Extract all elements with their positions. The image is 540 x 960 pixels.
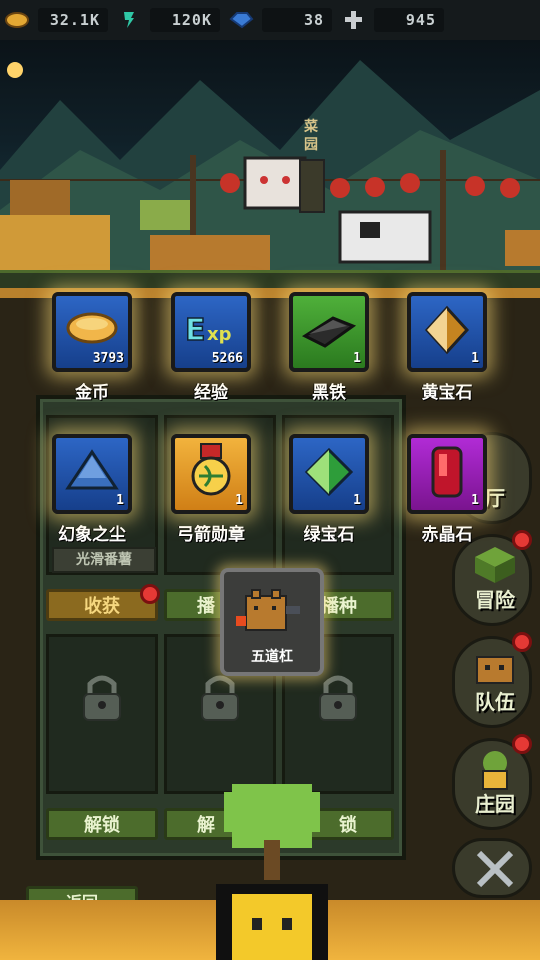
unlock-label-1: 解锁 [84,815,120,836]
unlock-label-3: 锁 [339,815,357,836]
unlock-label-2: 解 [197,815,215,836]
reward-slot: 1 [289,434,369,514]
svg-text:E: E [185,313,206,348]
team-notify-dot [512,632,532,652]
reward-red-crystal[interactable]: 1 赤晶石 [404,434,490,545]
exp-resource[interactable]: 120K [112,0,224,40]
crossed-swords-icon [476,850,514,888]
item-popup[interactable]: 五道杠 [220,568,324,676]
lock-icon [83,675,121,721]
reward-slot: 1 [407,434,487,514]
side-menu-manor-label: 庄园 [475,792,515,816]
unlock-button-1[interactable]: 解锁 [46,808,158,840]
reward-slot: 3793 [52,292,132,372]
plant-label-2: 播 [197,596,215,617]
gold-coin-icon [4,10,30,30]
adventure-icon [475,547,515,583]
reward-count: 1 [353,493,361,508]
plant-label-3: 播种 [321,596,357,617]
side-menu-adventure-label: 冒险 [475,588,515,612]
gold-value: 32.1K [38,8,108,32]
exp-value: 120K [150,8,220,32]
reward-label: 黑铁 [312,383,346,403]
reward-count: 1 [353,351,361,366]
manor-icon [482,751,508,790]
reward-count: 1 [235,493,243,508]
plot-crop-name: 光滑番薯 [52,547,156,573]
five-bar-badge-icon [236,589,300,631]
garden-sign: 菜园 [304,119,318,153]
reward-gold[interactable]: 3793 金币 [49,292,135,403]
cross-value: 945 [374,8,444,32]
reward-label: 幻象之尘 [58,525,126,545]
team-icon [476,656,514,684]
cross-icon [340,10,366,30]
svg-text:xp: xp [207,324,232,345]
lock-icon [201,675,239,721]
reward-slot: E xp 5266 [171,292,251,372]
reward-count: 1 [471,493,479,508]
reward-label: 经验 [194,383,228,403]
cross-resource[interactable]: 945 [336,0,448,40]
reward-black-iron[interactable]: 1 黑铁 [286,292,372,403]
harvest-notify-dot [140,584,160,604]
gem-icon [228,10,254,30]
side-menu-team-label: 队伍 [475,690,515,714]
reward-topaz[interactable]: 1 黄宝石 [404,292,490,403]
reward-slot: 1 [171,434,251,514]
reward-emerald[interactable]: 1 绿宝石 [286,434,372,545]
reward-label: 赤晶石 [421,525,473,545]
reward-count: 3793 [92,351,124,366]
reward-count: 5266 [211,351,243,366]
reward-exp[interactable]: E xp 5266 经验 [168,292,254,403]
garden-scene: 菜园 [0,40,540,290]
exp-icon [116,10,142,30]
item-popup-label: 五道杠 [251,649,293,665]
reward-slot: 1 [407,292,487,372]
plot-crop-label: 光滑番薯 [76,552,132,568]
reward-label: 弓箭勋章 [177,525,245,545]
lock-icon [319,675,357,721]
reward-label: 绿宝石 [303,525,355,545]
harvest-label: 收获 [84,596,120,617]
reward-count: 1 [471,351,479,366]
gem-resource[interactable]: 38 [224,0,336,40]
reward-slot: 1 [289,292,369,372]
gem-value: 38 [262,8,332,32]
reward-label: 金币 [75,383,109,403]
resource-bar: 32.1K 120K 38 945 [0,0,540,40]
adventure-notify-dot [512,530,532,550]
reward-count: 1 [116,493,124,508]
bottom-character-front [216,884,328,960]
reward-label: 黄宝石 [421,383,473,403]
scene-background [0,60,540,290]
side-menu-battle[interactable] [452,838,532,898]
manor-notify-dot [512,734,532,754]
reward-illusion-dust[interactable]: 1 幻象之尘 [49,434,135,545]
reward-slot: 1 [52,434,132,514]
gold-resource[interactable]: 32.1K [0,0,112,40]
ground-strip [0,270,540,290]
reward-archery-medal[interactable]: 1 弓箭勋章 [168,434,254,545]
